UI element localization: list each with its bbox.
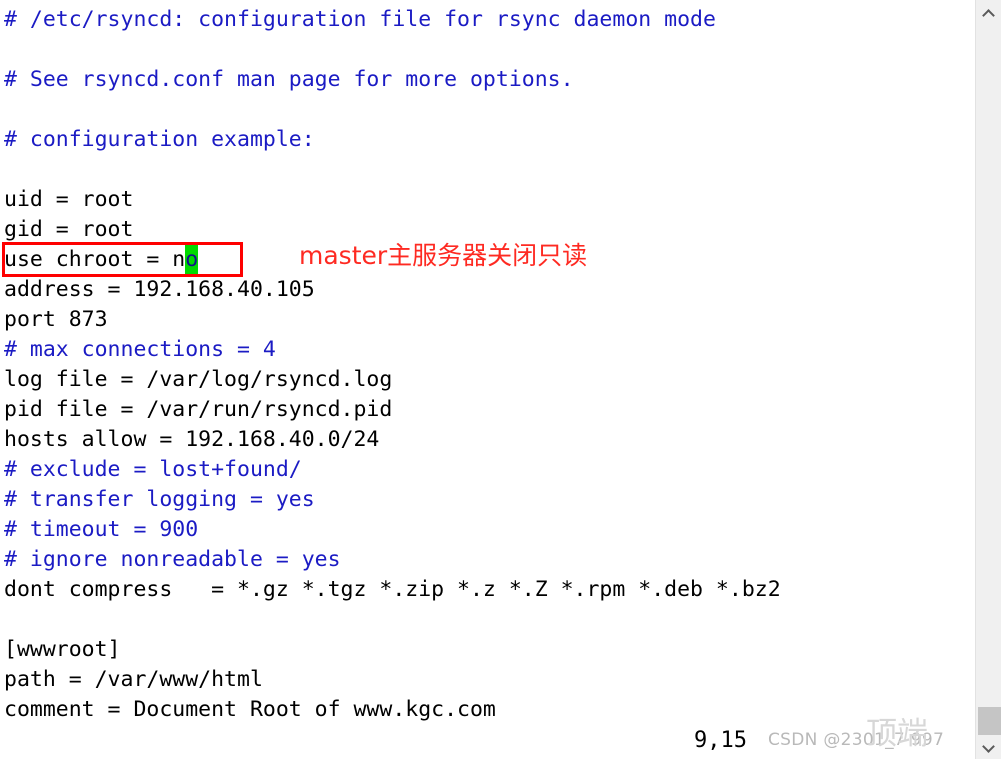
- editor-line[interactable]: comment = Document Root of www.kgc.com: [4, 695, 969, 725]
- editor-line[interactable]: [4, 35, 969, 65]
- text-cursor-block: o: [185, 245, 199, 275]
- editor-line[interactable]: [4, 155, 969, 185]
- chevron-up-icon: [983, 10, 994, 17]
- editor-line[interactable]: port 873: [4, 305, 969, 335]
- cursor-position-indicator: 9,15: [694, 728, 747, 753]
- editor-line[interactable]: address = 192.168.40.105: [4, 275, 969, 305]
- scroll-up-button[interactable]: [976, 2, 1001, 24]
- vertical-scrollbar[interactable]: [975, 0, 1001, 759]
- editor-line[interactable]: [4, 605, 969, 635]
- chevron-down-icon: [983, 743, 994, 750]
- editor-line[interactable]: log file = /var/log/rsyncd.log: [4, 365, 969, 395]
- editor-line[interactable]: # exclude = lost+found/: [4, 455, 969, 485]
- editor-line[interactable]: # timeout = 900: [4, 515, 969, 545]
- editor-line[interactable]: path = /var/www/html: [4, 665, 969, 695]
- annotation-note-text: master主服务器关闭只读: [299, 241, 588, 270]
- editor-line[interactable]: [wwwroot]: [4, 635, 969, 665]
- editor-line[interactable]: # ignore nonreadable = yes: [4, 545, 969, 575]
- editor-line[interactable]: # max connections = 4: [4, 335, 969, 365]
- editor-line[interactable]: hosts allow = 192.168.40.0/24: [4, 425, 969, 455]
- text-editor-viewport[interactable]: # /etc/rsyncd: configuration file for rs…: [0, 0, 975, 759]
- scroll-down-button[interactable]: [976, 735, 1001, 757]
- editor-line[interactable]: uid = root: [4, 185, 969, 215]
- screenshot-root: # /etc/rsyncd: configuration file for rs…: [0, 0, 1001, 759]
- editor-line[interactable]: # transfer logging = yes: [4, 485, 969, 515]
- editor-line[interactable]: pid file = /var/run/rsyncd.pid: [4, 395, 969, 425]
- editor-line[interactable]: [4, 95, 969, 125]
- csdn-watermark-nickname: 顶端: [866, 716, 928, 752]
- editor-line[interactable]: # /etc/rsyncd: configuration file for rs…: [4, 5, 969, 35]
- editor-line[interactable]: dont compress = *.gz *.tgz *.zip *.z *.Z…: [4, 575, 969, 605]
- editor-content[interactable]: # /etc/rsyncd: configuration file for rs…: [4, 5, 969, 725]
- editor-line[interactable]: # configuration example:: [4, 125, 969, 155]
- editor-line[interactable]: # See rsyncd.conf man page for more opti…: [4, 65, 969, 95]
- scrollbar-track[interactable]: [977, 24, 1001, 735]
